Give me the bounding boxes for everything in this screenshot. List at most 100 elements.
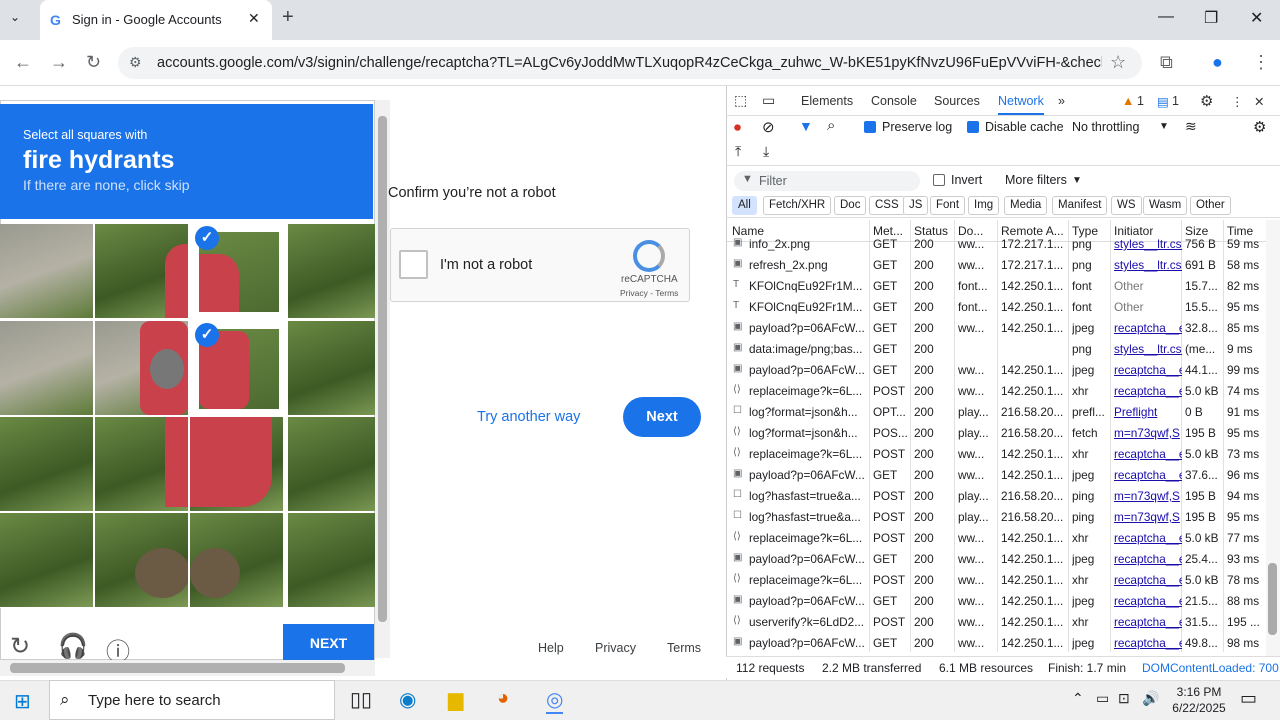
- back-icon[interactable]: ←: [14, 52, 32, 73]
- request-row[interactable]: ▣ payload?p=06AFcW... GET 200 ww... 142.250.1…: [727, 465, 1267, 486]
- grid-tile[interactable]: [288, 321, 381, 415]
- request-row[interactable]: ▣ payload?p=06AFcW... GET 200 ww... 142.250.1…: [727, 549, 1267, 570]
- request-row[interactable]: ☐ log?hasfast=true&a... POST 200 play... 216.…: [727, 507, 1267, 528]
- request-row[interactable]: ⟨⟩ log?format=json&h... POS... 200 play... 21…: [727, 423, 1267, 444]
- type-chip-other[interactable]: Other: [1190, 196, 1231, 215]
- network-conditions-icon[interactable]: ≋: [1185, 118, 1197, 135]
- preserve-log-checkbox[interactable]: [864, 121, 876, 133]
- forward-icon[interactable]: →: [50, 52, 68, 73]
- privacy-link[interactable]: Privacy: [595, 641, 636, 655]
- type-chip-manifest[interactable]: Manifest: [1052, 196, 1108, 215]
- tab-elements[interactable]: Elements: [801, 94, 853, 108]
- notifications-icon[interactable]: ▭: [1240, 688, 1257, 709]
- record-icon[interactable]: ⏺: [734, 119, 741, 136]
- type-chip-js[interactable]: JS: [903, 196, 929, 215]
- menu-icon[interactable]: ⋮: [1252, 52, 1270, 73]
- request-row[interactable]: ☐ log?format=json&h... OPT... 200 play... 216…: [727, 402, 1267, 423]
- request-row[interactable]: ⟨⟩ replaceimage?k=6L... POST 200 ww... 142.25…: [727, 570, 1267, 591]
- cell-initiator[interactable]: recaptcha__e: [1114, 384, 1182, 398]
- request-row[interactable]: ☐ log?hasfast=true&a... POST 200 play... 216.…: [727, 486, 1267, 507]
- request-row[interactable]: ▣ data:image/png;bas... GET 200 png styles__l…: [727, 339, 1267, 360]
- invert-checkbox[interactable]: [933, 174, 945, 186]
- request-row[interactable]: ▣ payload?p=06AFcW... GET 200 ww... 142.250.1…: [727, 318, 1267, 339]
- edge-icon[interactable]: ◉: [399, 687, 416, 712]
- grid-tile-selected[interactable]: ✓: [190, 224, 283, 318]
- clear-icon[interactable]: ⊘: [762, 118, 775, 136]
- request-row[interactable]: ▣ payload?p=06AFcW... GET 200 ww... 142.250.1…: [727, 360, 1267, 381]
- cell-initiator[interactable]: recaptcha__e: [1114, 531, 1182, 545]
- grid-tile[interactable]: [288, 513, 381, 607]
- grid-tile[interactable]: [0, 224, 93, 318]
- taskbar-clock[interactable]: 3:16 PM 6/22/2025: [1164, 684, 1234, 716]
- device-toolbar-icon[interactable]: ▭: [762, 92, 775, 109]
- recaptcha-links[interactable]: Privacy - Terms: [620, 288, 678, 298]
- settings-gear-icon[interactable]: ⚙: [1200, 92, 1213, 110]
- grid-tile[interactable]: [288, 417, 381, 511]
- chrome-icon[interactable]: ◎: [546, 687, 564, 714]
- grid-tile[interactable]: [0, 321, 93, 415]
- cell-initiator[interactable]: Other: [1114, 300, 1182, 314]
- cell-initiator[interactable]: styles__ltr.css: [1114, 258, 1182, 272]
- request-row[interactable]: ▣ payload?p=06AFcW... GET 200 ww... 142.250.1…: [727, 633, 1267, 654]
- close-window-icon[interactable]: ✕: [1250, 8, 1263, 28]
- throttling-select[interactable]: No throttling: [1072, 120, 1139, 134]
- more-tabs-icon[interactable]: »: [1058, 94, 1065, 108]
- disable-cache-checkbox[interactable]: [967, 121, 979, 133]
- tab-console[interactable]: Console: [871, 94, 917, 108]
- network-settings-icon[interactable]: ⚙: [1253, 118, 1266, 136]
- type-chip-css[interactable]: CSS: [869, 196, 905, 215]
- type-chip-fetch[interactable]: Fetch/XHR: [763, 196, 832, 215]
- scrollbar-thumb[interactable]: [1268, 563, 1277, 635]
- grid-tile[interactable]: [288, 224, 381, 318]
- request-row[interactable]: ⟨⟩ replaceimage?k=6L... POST 200 ww... 142.25…: [727, 528, 1267, 549]
- try-another-way-link[interactable]: Try another way: [477, 409, 580, 425]
- request-row[interactable]: ⟨⟩ replaceimage?k=6L... POST 200 ww... 142.25…: [727, 444, 1267, 465]
- cell-initiator[interactable]: recaptcha__e: [1114, 636, 1182, 650]
- grid-tile[interactable]: [95, 417, 188, 511]
- chevron-down-icon[interactable]: ▼: [1159, 121, 1169, 132]
- type-chip-wasm[interactable]: Wasm: [1143, 196, 1188, 215]
- tray-chevron-icon[interactable]: ⌃: [1072, 690, 1084, 707]
- cell-initiator[interactable]: recaptcha__e: [1114, 573, 1182, 587]
- not-robot-checkbox[interactable]: [399, 250, 428, 279]
- minimize-icon[interactable]: —: [1158, 8, 1174, 26]
- extensions-icon[interactable]: ⧉: [1160, 52, 1173, 73]
- cell-initiator[interactable]: m=n73qwf,S: [1114, 426, 1182, 440]
- grid-tile-selected[interactable]: ✓: [190, 321, 283, 415]
- firefox-icon[interactable]: ◕: [497, 687, 509, 710]
- volume-icon[interactable]: 🔊: [1142, 690, 1159, 707]
- cell-initiator[interactable]: recaptcha__e: [1114, 468, 1182, 482]
- cell-initiator[interactable]: Preflight: [1114, 405, 1182, 419]
- tab-search-icon[interactable]: ⌄: [10, 10, 20, 24]
- type-chip-img[interactable]: Img: [968, 196, 1000, 215]
- warning-icon[interactable]: ▲: [1122, 94, 1134, 108]
- grid-tile[interactable]: [0, 513, 93, 607]
- browser-tab[interactable]: G Sign in - Google Accounts ✕: [40, 0, 272, 40]
- type-chip-media[interactable]: Media: [1004, 196, 1048, 215]
- request-row[interactable]: ⟨⟩ userverify?k=6LdD2... POST 200 ww... 142.2…: [727, 612, 1267, 633]
- site-info-icon[interactable]: ⚙: [129, 54, 142, 71]
- request-row[interactable]: ▣ info_2x.png GET 200 ww... 172.217.1... png st…: [727, 234, 1267, 255]
- filter-input[interactable]: ▼ Filter: [734, 171, 920, 191]
- battery-icon[interactable]: ▭: [1096, 690, 1109, 707]
- request-row[interactable]: ▣ refresh_2x.png GET 200 ww... 172.217.1... pn…: [727, 255, 1267, 276]
- type-chip-font[interactable]: Font: [930, 196, 966, 215]
- cell-initiator[interactable]: m=n73qwf,S: [1114, 489, 1182, 503]
- request-row[interactable]: ▣ payload?p=06AFcW... GET 200 ww... 142.250.1…: [727, 591, 1267, 612]
- tab-sources[interactable]: Sources: [934, 94, 980, 108]
- url-text[interactable]: accounts.google.com/v3/signin/challenge/…: [157, 55, 1102, 71]
- reload-icon[interactable]: ↻: [86, 52, 101, 73]
- new-tab-button[interactable]: +: [282, 6, 294, 29]
- grid-tile[interactable]: [95, 513, 188, 607]
- grid-tile[interactable]: [95, 224, 188, 318]
- cell-initiator[interactable]: m=n73qwf,S: [1114, 510, 1182, 524]
- request-row[interactable]: ⟨⟩ replaceimage?k=6L... POST 200 ww... 142.25…: [727, 381, 1267, 402]
- chevron-down-icon[interactable]: ▼: [1072, 175, 1082, 186]
- network-icon[interactable]: ⊡: [1118, 690, 1130, 707]
- next-button[interactable]: Next: [623, 397, 701, 437]
- cell-initiator[interactable]: recaptcha__e: [1114, 363, 1182, 377]
- bookmark-star-icon[interactable]: ☆: [1110, 52, 1126, 73]
- export-har-icon[interactable]: ⤓: [763, 143, 769, 160]
- message-icon[interactable]: ▤: [1157, 94, 1169, 109]
- task-view-icon[interactable]: ▯▯: [350, 687, 372, 712]
